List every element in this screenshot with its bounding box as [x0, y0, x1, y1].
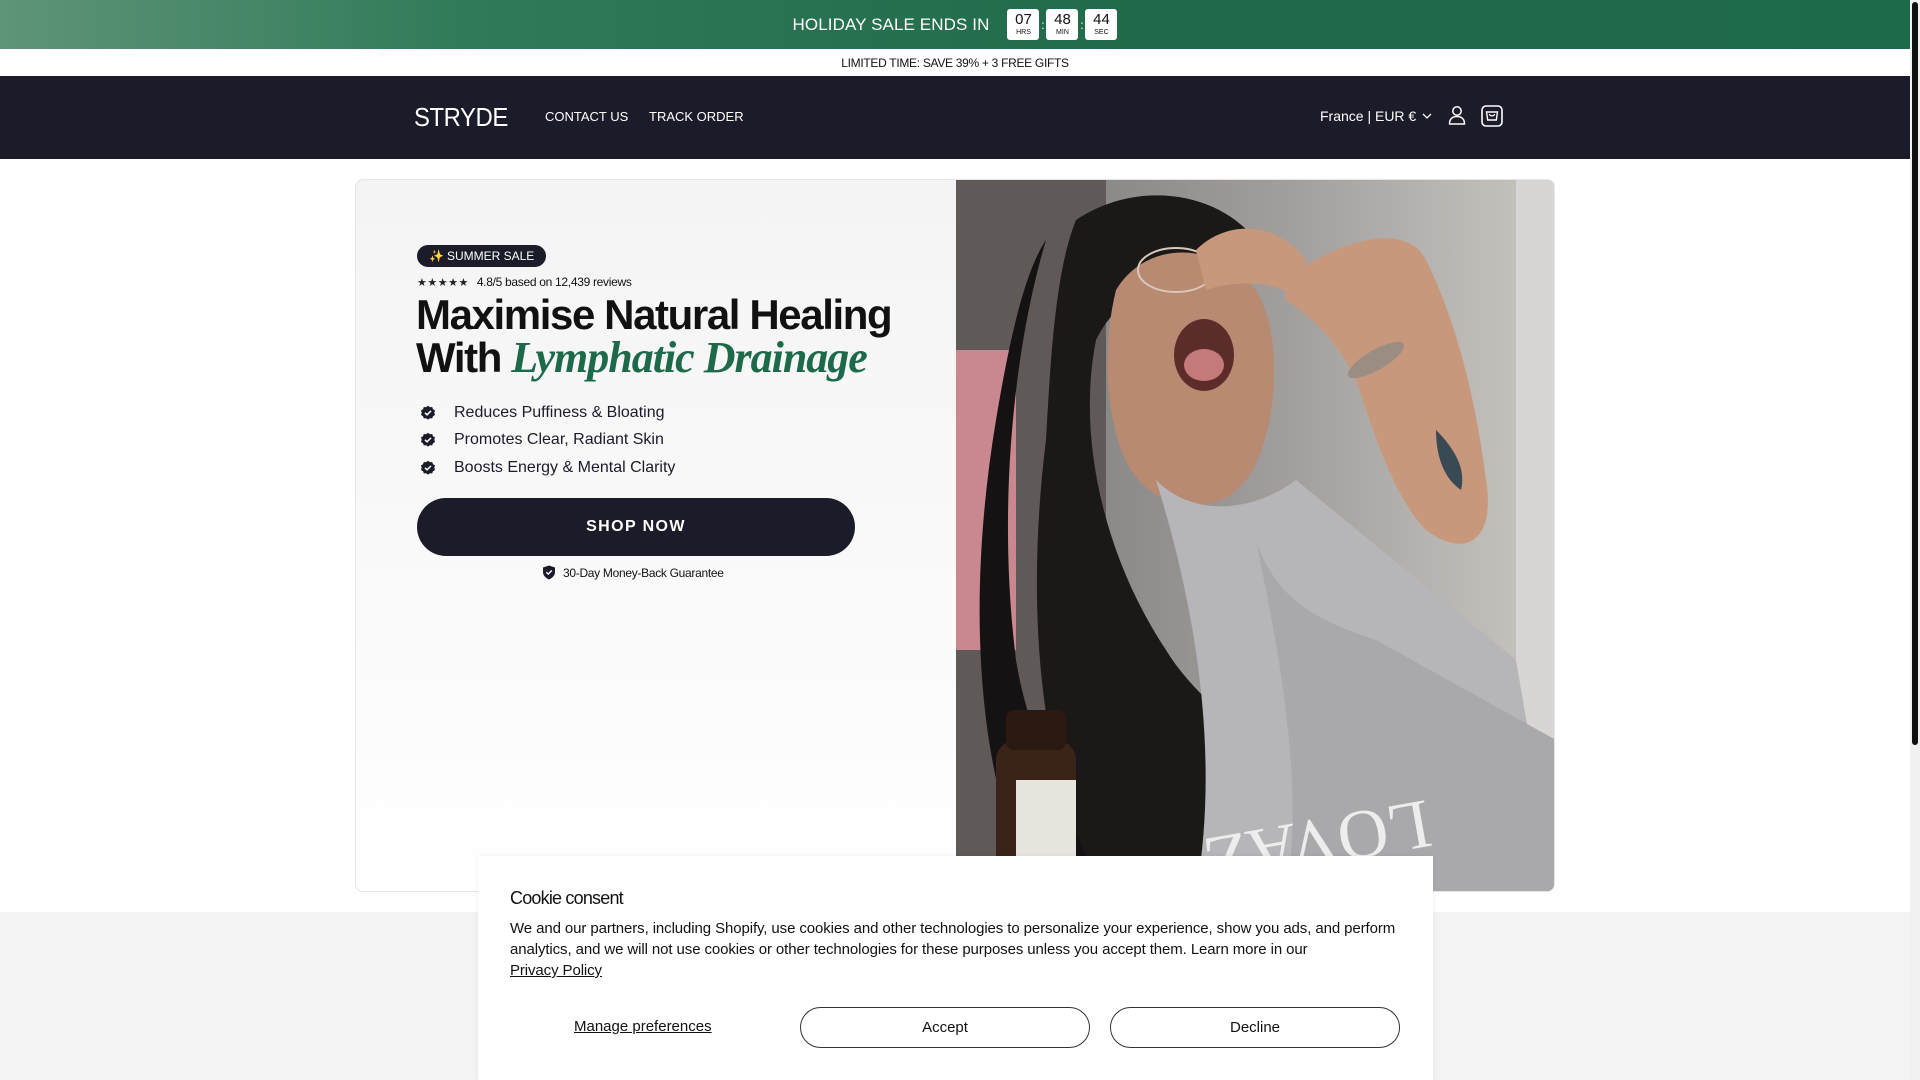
nav-contact-us[interactable]: CONTACT US — [545, 109, 628, 124]
decline-button[interactable]: Decline — [1110, 1007, 1400, 1048]
hero-photo-illustration: LOVAZ — [956, 180, 1554, 891]
timer-minutes-value: 48 — [1054, 11, 1071, 28]
countdown-timer: 07 HRS : 48 MIN : 44 SEC — [1007, 9, 1118, 40]
cart-icon[interactable] — [1480, 104, 1504, 128]
site-header: STRYDE CONTACT US TRACK ORDER France | E… — [0, 76, 1910, 159]
timer-seconds: 44 SEC — [1085, 9, 1118, 40]
cookie-title: Cookie consent — [510, 888, 624, 908]
timer-separator: : — [1041, 17, 1045, 32]
hero-section: ✨ SUMMER SALE ★★★★★ 4.8/5 based on 12,43… — [355, 179, 1555, 892]
timer-hours-value: 07 — [1015, 11, 1032, 28]
benefit-item: Promotes Clear, Radiant Skin — [420, 427, 675, 455]
check-badge-icon — [421, 460, 435, 475]
announcement-bar: LIMITED TIME: SAVE 39% + 3 FREE GIFTS — [0, 49, 1910, 76]
benefit-text: Reduces Puffiness & Bloating — [454, 403, 665, 421]
benefit-text: Promotes Clear, Radiant Skin — [454, 431, 664, 449]
privacy-policy-link[interactable]: Privacy Policy — [510, 962, 602, 979]
locale-selector[interactable]: France | EUR € — [1320, 108, 1432, 124]
shield-check-icon — [543, 565, 555, 580]
guarantee: 30-Day Money-Back Guarantee — [542, 565, 724, 580]
benefit-item: Reduces Puffiness & Bloating — [420, 399, 675, 427]
timer-minutes-unit: MIN — [1056, 29, 1069, 36]
account-icon[interactable] — [1448, 105, 1466, 125]
scrollbar-thumb[interactable] — [1912, 2, 1918, 745]
timer-hours-unit: HRS — [1016, 29, 1031, 36]
logo[interactable]: STRYDE — [414, 102, 508, 133]
chevron-down-icon — [1422, 113, 1432, 119]
headline-accent: Lymphatic Drainage — [511, 333, 868, 382]
locale-label: France | EUR € — [1320, 108, 1417, 124]
page-scrollbar[interactable] — [1910, 0, 1920, 1080]
sale-badge: ✨ SUMMER SALE — [417, 245, 547, 267]
hero-product-photo: LOVAZ — [956, 180, 1554, 891]
announcement-text: LIMITED TIME: SAVE 39% + 3 FREE GIFTS — [841, 55, 1069, 70]
manage-preferences-button[interactable]: Manage preferences — [574, 1018, 712, 1035]
headline-line-1: Maximise Natural Healing — [416, 291, 893, 338]
benefit-item: Boosts Energy & Mental Clarity — [420, 454, 675, 482]
rating: ★★★★★ 4.8/5 based on 12,439 reviews — [417, 275, 632, 289]
promo-title: HOLIDAY SALE ENDS IN — [792, 14, 990, 34]
headline-prefix: With — [416, 334, 502, 381]
timer-separator: : — [1080, 17, 1084, 32]
cookie-body: We and our partners, including Shopify, … — [510, 918, 1410, 981]
guarantee-text: 30-Day Money-Back Guarantee — [563, 565, 724, 580]
timer-minutes: 48 MIN — [1046, 9, 1079, 40]
nav-track-order[interactable]: TRACK ORDER — [649, 109, 744, 124]
cookie-consent-dialog: Cookie consent We and our partners, incl… — [478, 856, 1433, 1080]
timer-hours: 07 HRS — [1007, 9, 1040, 40]
hero-headline: Maximise Natural Healing With Lymphatic … — [416, 291, 893, 382]
timer-seconds-unit: SEC — [1094, 29, 1109, 36]
cookie-body-text: We and our partners, including Shopify, … — [510, 920, 1396, 958]
check-badge-icon — [421, 405, 435, 420]
shop-now-button[interactable]: SHOP NOW — [417, 498, 855, 556]
promo-bar: HOLIDAY SALE ENDS IN 07 HRS : 48 MIN : 4… — [0, 0, 1910, 49]
benefit-text: Boosts Energy & Mental Clarity — [454, 458, 676, 476]
accept-button[interactable]: Accept — [800, 1007, 1090, 1048]
check-badge-icon — [421, 433, 435, 447]
timer-seconds-value: 44 — [1093, 11, 1110, 28]
star-rating-icon: ★★★★★ — [417, 276, 469, 289]
rating-text: 4.8/5 based on 12,439 reviews — [476, 275, 632, 289]
sparkle-icon: ✨ — [429, 249, 444, 263]
sale-badge-label: SUMMER SALE — [446, 249, 535, 263]
benefits-list: Reduces Puffiness & Bloating Promotes Cl… — [420, 399, 675, 482]
